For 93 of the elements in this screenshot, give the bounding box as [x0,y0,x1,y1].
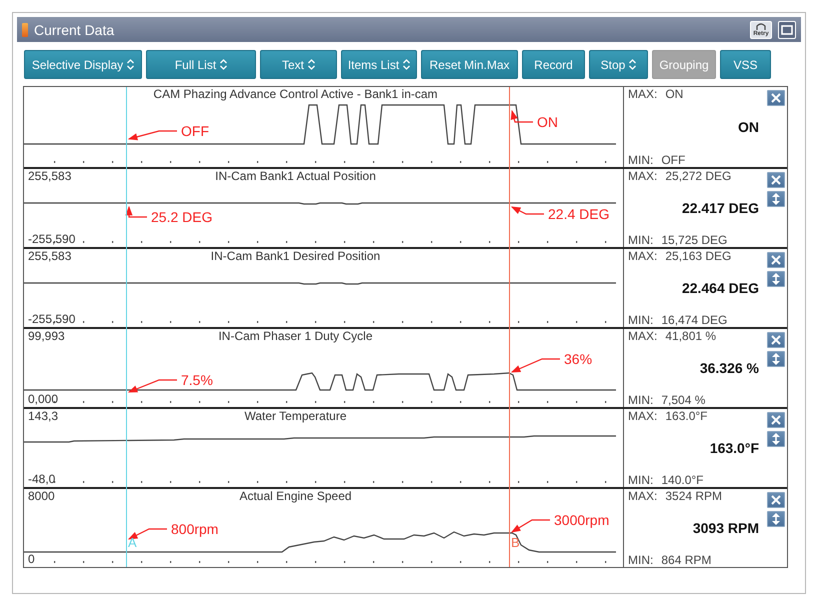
scale-min-label: 0 [27,553,36,566]
current-value: 3093 RPM [692,520,760,536]
annotation-label: 7.5% [181,372,213,388]
scale-max-label: 99,993 [27,329,66,343]
close-icon [771,93,781,103]
current-value: 36.326 % [700,360,760,376]
min-value: 7,504 % [661,393,706,407]
close-button[interactable] [767,90,785,106]
toolbar-button[interactable]: Text [260,50,337,79]
leader-arrow [510,110,533,123]
toolbar-button[interactable]: VSS [720,50,771,79]
scale-min-label: -255,590 [27,233,76,246]
close-button[interactable] [767,252,785,268]
close-icon [771,415,781,425]
leader-arrow [128,130,177,140]
updown-arrow-icon [772,193,780,205]
max-value: 25,163 DEG [665,249,732,263]
scale-min-label: 0,000 [27,393,60,406]
updown-arrow-icon [772,273,780,285]
toolbar-button[interactable]: Items List [341,50,417,79]
min-value: 864 RPM [661,553,712,567]
min-label: MIN: [628,233,654,247]
min-label: MIN: [628,553,654,567]
close-button[interactable] [767,492,785,508]
max-label: MAX: [628,409,658,423]
reorder-button[interactable] [767,271,785,287]
maximize-button[interactable] [778,20,796,38]
close-button[interactable] [767,412,785,428]
close-button[interactable] [767,332,785,348]
max-label: MAX: [628,87,658,101]
min-label: MIN: [628,153,654,167]
max-label: MAX: [628,169,658,183]
updown-arrow-icon [772,353,780,365]
reorder-button[interactable] [767,431,785,447]
current-value: 163.0°F [710,440,760,456]
reorder-button[interactable] [767,511,785,527]
min-value: 16,474 DEG [661,313,728,327]
reorder-button[interactable] [767,351,785,367]
max-value: 3524 RPM [665,489,722,503]
window-title: Current Data [34,22,116,38]
annotation-label: 22.4 DEG [548,206,610,222]
leader-arrow [510,358,560,373]
maximize-icon [781,24,793,34]
close-button[interactable] [767,172,785,188]
annotation-label: 800rpm [171,521,218,537]
arch-icon [756,22,766,30]
toolbar-button[interactable]: Full List [146,50,256,79]
toolbar-button[interactable]: Record [522,50,585,79]
max-label: MAX: [628,329,658,343]
current-value: ON [738,119,760,135]
scale-min-label: -48,0 [27,473,56,486]
cursor-label: B [511,536,520,549]
annotation-label: 3000rpm [554,512,610,528]
max-value: 163.0°F [665,409,708,423]
scale-min-label: -255,590 [27,313,76,326]
leader-arrow [128,528,167,540]
min-label: MIN: [628,313,654,327]
min-label: MIN: [628,393,654,407]
max-label: MAX: [628,249,658,263]
scale-max-label: 8000 [27,489,56,503]
annotation-label: OFF [181,123,209,139]
max-value: 25,272 DEG [665,169,732,183]
toolbar-button[interactable]: Selective Display [24,50,142,79]
reorder-button[interactable] [767,191,785,207]
close-icon [771,175,781,185]
max-value: ON [665,87,684,101]
updown-arrow-icon [772,513,780,525]
max-label: MAX: [628,489,658,503]
close-icon [771,255,781,265]
leader-arrow [128,379,177,393]
annotation-label: 25.2 DEG [151,209,212,225]
toolbar-button[interactable]: Reset Min.Max [421,50,518,79]
updown-arrow-icon [772,433,780,445]
close-icon [771,495,781,505]
min-label: MIN: [628,473,654,487]
close-icon [771,335,781,345]
scale-max-label: 255,583 [27,249,72,263]
leader-arrow [125,206,147,218]
leader-arrow [510,206,544,215]
max-value: 41,801 % [665,329,716,343]
scale-max-label: 143,3 [27,409,60,423]
scale-max-label: 255,583 [27,169,72,183]
leader-arrow [510,519,550,533]
min-value: OFF [661,153,686,167]
min-value: 15,725 DEG [661,233,728,247]
toolbar-button[interactable]: Stop [589,50,648,79]
annotation-label: 36% [564,351,592,367]
current-value: 22.417 DEG [682,200,760,216]
current-value: 22.464 DEG [682,280,760,296]
min-value: 140.0°F [661,473,704,487]
annotation-label: ON [537,114,558,130]
app-icon [22,22,28,36]
cursor-label: A [128,536,137,549]
